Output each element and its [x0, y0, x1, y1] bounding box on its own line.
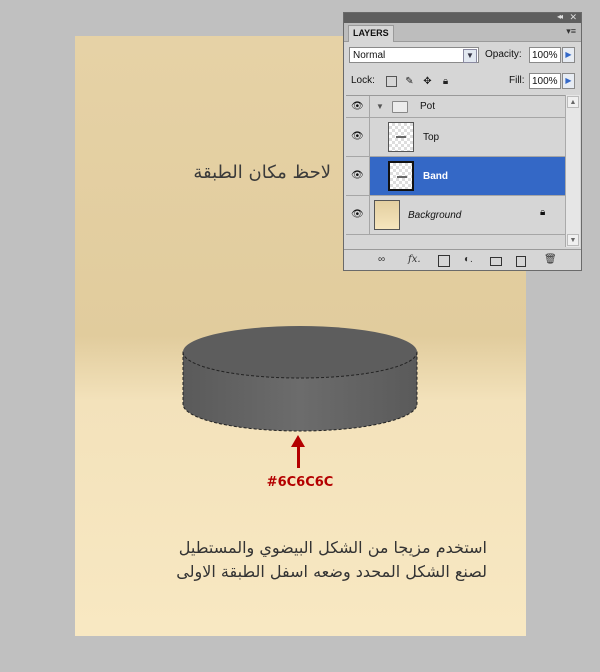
layers-list: 👁︎ ▼ Pot 👁︎ Top 👁︎ Band 👁︎ Background 🔒︎	[346, 95, 565, 248]
eye-icon: 👁︎	[351, 209, 364, 220]
lock-icon: 🔒︎	[540, 207, 546, 218]
panel-tabrow: LAYERS ▾≡	[344, 23, 581, 42]
layer-row-background[interactable]: 👁︎ Background 🔒︎	[346, 196, 565, 235]
trash-icon[interactable]: 🗑︎	[544, 254, 557, 265]
lock-row: Lock: ✎ ✥ 🔒︎ Fill: 100% ▶	[349, 73, 576, 93]
layer-thumbnail	[388, 122, 414, 152]
note-top: لاحظ مكان الطبقة	[193, 162, 331, 183]
mask-icon[interactable]	[438, 255, 450, 267]
lock-pixels-icon[interactable]: ✎	[404, 76, 415, 87]
opacity-label: Opacity:	[485, 49, 522, 60]
layer-thumbnail	[374, 200, 400, 230]
opacity-slider-button[interactable]: ▶	[562, 47, 575, 63]
fx-icon[interactable]: fx.	[408, 254, 421, 265]
panel-titlebar[interactable]: ◂◂ ✕	[344, 12, 581, 23]
layer-row-band[interactable]: 👁︎ Band	[346, 157, 565, 196]
fill-input[interactable]: 100%	[529, 73, 561, 89]
panel-menu-icon[interactable]: ▾≡	[566, 26, 576, 37]
scroll-down-icon[interactable]: ▼	[567, 234, 579, 246]
note-bottom-line2: لصنع الشكل المحدد وضعه اسفل الطبقة الاول…	[176, 562, 487, 581]
tab-layers[interactable]: LAYERS	[348, 25, 394, 42]
lock-transparent-icon[interactable]	[386, 76, 397, 87]
layer-name: Band	[423, 171, 448, 182]
color-label: #6C6C6C	[266, 475, 334, 490]
opacity-input[interactable]: 100%	[529, 47, 561, 63]
layers-bottom-bar: ∞ fx. ◐. 🗑︎	[344, 249, 581, 270]
link-icon[interactable]: ∞	[378, 254, 385, 265]
eye-icon: 👁︎	[351, 131, 364, 142]
layers-panel: ◂◂ ✕ LAYERS ▾≡ Normal ▼ Opacity: 100% ▶ …	[343, 12, 582, 271]
collapse-icon[interactable]: ◂◂	[557, 12, 563, 21]
blend-mode-value: Normal	[353, 50, 386, 61]
fill-label: Fill:	[509, 75, 525, 86]
eye-icon: 👁︎	[351, 170, 364, 181]
fill-slider-button[interactable]: ▶	[562, 73, 575, 89]
folder-icon	[392, 101, 408, 113]
visibility-toggle[interactable]: 👁︎	[346, 96, 370, 117]
layer-row-pot[interactable]: 👁︎ ▼ Pot	[346, 96, 565, 118]
layer-row-top[interactable]: 👁︎ Top	[346, 118, 565, 157]
chevron-down-icon[interactable]: ▼	[463, 49, 477, 63]
layer-name: Pot	[420, 101, 436, 112]
layer-name: Background	[408, 210, 462, 221]
scroll-up-icon[interactable]: ▲	[567, 96, 579, 108]
blend-row: Normal ▼ Opacity: 100% ▶	[349, 47, 576, 67]
blend-mode-select[interactable]: Normal ▼	[349, 47, 479, 63]
note-bottom: استخدم مزيجا من الشكل البيضوي والمستطيل …	[105, 536, 487, 584]
layers-scrollbar[interactable]: ▲ ▼	[565, 95, 580, 247]
triangle-down-icon[interactable]: ▼	[376, 102, 384, 111]
pot-shape	[182, 326, 418, 432]
eye-icon: 👁︎	[351, 100, 364, 112]
visibility-toggle[interactable]: 👁︎	[346, 196, 370, 234]
new-layer-icon[interactable]	[516, 256, 526, 267]
close-icon[interactable]: ✕	[569, 12, 577, 23]
layer-thumbnail	[388, 161, 414, 191]
layer-name: Top	[423, 132, 440, 143]
arrow-line	[297, 446, 300, 468]
group-icon[interactable]	[490, 257, 502, 266]
visibility-toggle[interactable]: 👁︎	[346, 118, 370, 156]
note-bottom-line1: استخدم مزيجا من الشكل البيضوي والمستطيل	[178, 538, 487, 557]
adjustment-icon[interactable]: ◐.	[464, 254, 473, 265]
lock-position-icon[interactable]: ✥	[422, 76, 433, 87]
lock-label: Lock:	[351, 75, 375, 86]
visibility-toggle[interactable]: 👁︎	[346, 157, 370, 195]
lock-all-icon[interactable]: 🔒︎	[440, 76, 451, 87]
